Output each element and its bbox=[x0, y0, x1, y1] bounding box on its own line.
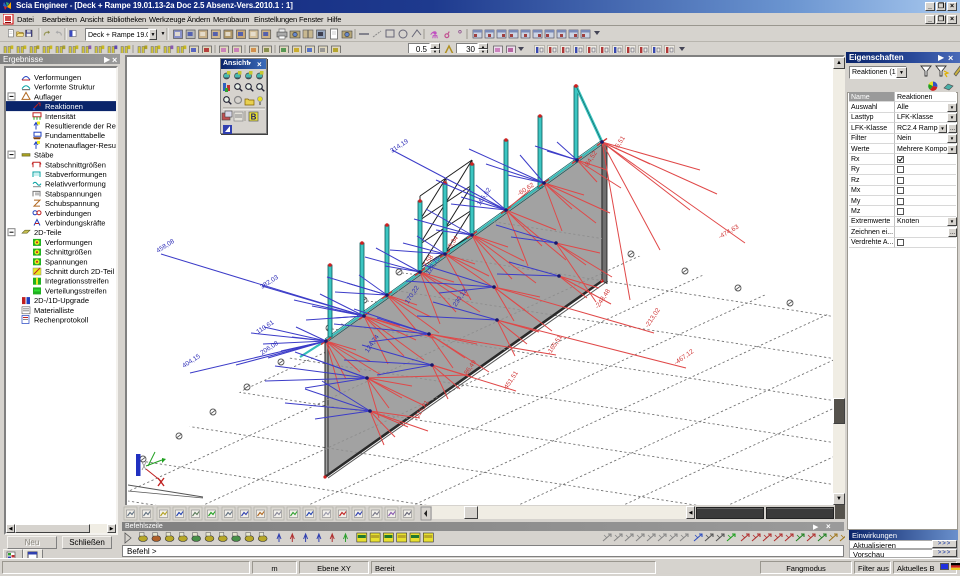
svg-text:☌: ☌ bbox=[444, 30, 450, 40]
svg-text:Schubspannung: Schubspannung bbox=[45, 199, 99, 208]
svg-text:Verformungen: Verformungen bbox=[45, 238, 92, 247]
svg-text:-165,51: -165,51 bbox=[546, 334, 564, 357]
svg-text:314,19: 314,19 bbox=[389, 138, 410, 155]
svg-text:Spannungen: Spannungen bbox=[45, 257, 88, 266]
svg-text:-451,51: -451,51 bbox=[502, 370, 520, 393]
svg-text:2D-Teile: 2D-Teile bbox=[34, 228, 62, 237]
svg-text:Rechenprotokoll: Rechenprotokoll bbox=[34, 316, 89, 325]
svg-text:110,61: 110,61 bbox=[255, 319, 275, 336]
svg-text:Verbindungskräfte: Verbindungskräfte bbox=[45, 219, 105, 228]
svg-text:Schnittgrößen: Schnittgrößen bbox=[45, 248, 92, 257]
svg-text:Reaktionen: Reaktionen bbox=[45, 102, 83, 111]
svg-text:Schnitt durch 2D-Teil: Schnitt durch 2D-Teil bbox=[45, 267, 115, 276]
svg-text:Verbindungen: Verbindungen bbox=[45, 209, 91, 218]
svg-text:°: ° bbox=[458, 29, 462, 41]
svg-text:-213,02: -213,02 bbox=[644, 307, 662, 330]
svg-text:Auflager: Auflager bbox=[34, 92, 62, 101]
svg-text:Verformungen: Verformungen bbox=[34, 73, 81, 82]
svg-text:2D-/1D-Upgrade: 2D-/1D-Upgrade bbox=[34, 296, 89, 305]
svg-text:458,08: 458,08 bbox=[155, 238, 176, 255]
svg-text:Integrationsstreifen: Integrationsstreifen bbox=[45, 277, 109, 286]
svg-text:Stabverformungen: Stabverformungen bbox=[45, 170, 107, 179]
svg-text:Knotenauflager-Resultierenc: Knotenauflager-Resultierenc bbox=[45, 141, 116, 150]
svg-text:Intensität: Intensität bbox=[45, 112, 76, 121]
svg-text:Verteilungsstreifen: Verteilungsstreifen bbox=[45, 286, 107, 295]
svg-text:Verformte Struktur: Verformte Struktur bbox=[34, 83, 95, 92]
svg-text:Stäbe: Stäbe bbox=[34, 151, 54, 160]
svg-text:Materialliste: Materialliste bbox=[34, 306, 74, 315]
svg-text:Resultierende der Reaktione: Resultierende der Reaktione bbox=[45, 122, 116, 131]
svg-text:Relativverformung: Relativverformung bbox=[45, 180, 106, 189]
svg-text:⚗: ⚗ bbox=[430, 30, 438, 40]
svg-text:Fundamenttabelle: Fundamenttabelle bbox=[45, 131, 105, 140]
svg-text:404,15: 404,15 bbox=[181, 353, 202, 370]
svg-text:B: B bbox=[251, 113, 257, 122]
svg-text:-467,12: -467,12 bbox=[673, 348, 695, 367]
svg-text:-248,48: -248,48 bbox=[594, 288, 612, 311]
svg-text:Stabspannungen: Stabspannungen bbox=[45, 189, 102, 198]
svg-text:Stabschnittgrößen: Stabschnittgrößen bbox=[45, 160, 106, 169]
